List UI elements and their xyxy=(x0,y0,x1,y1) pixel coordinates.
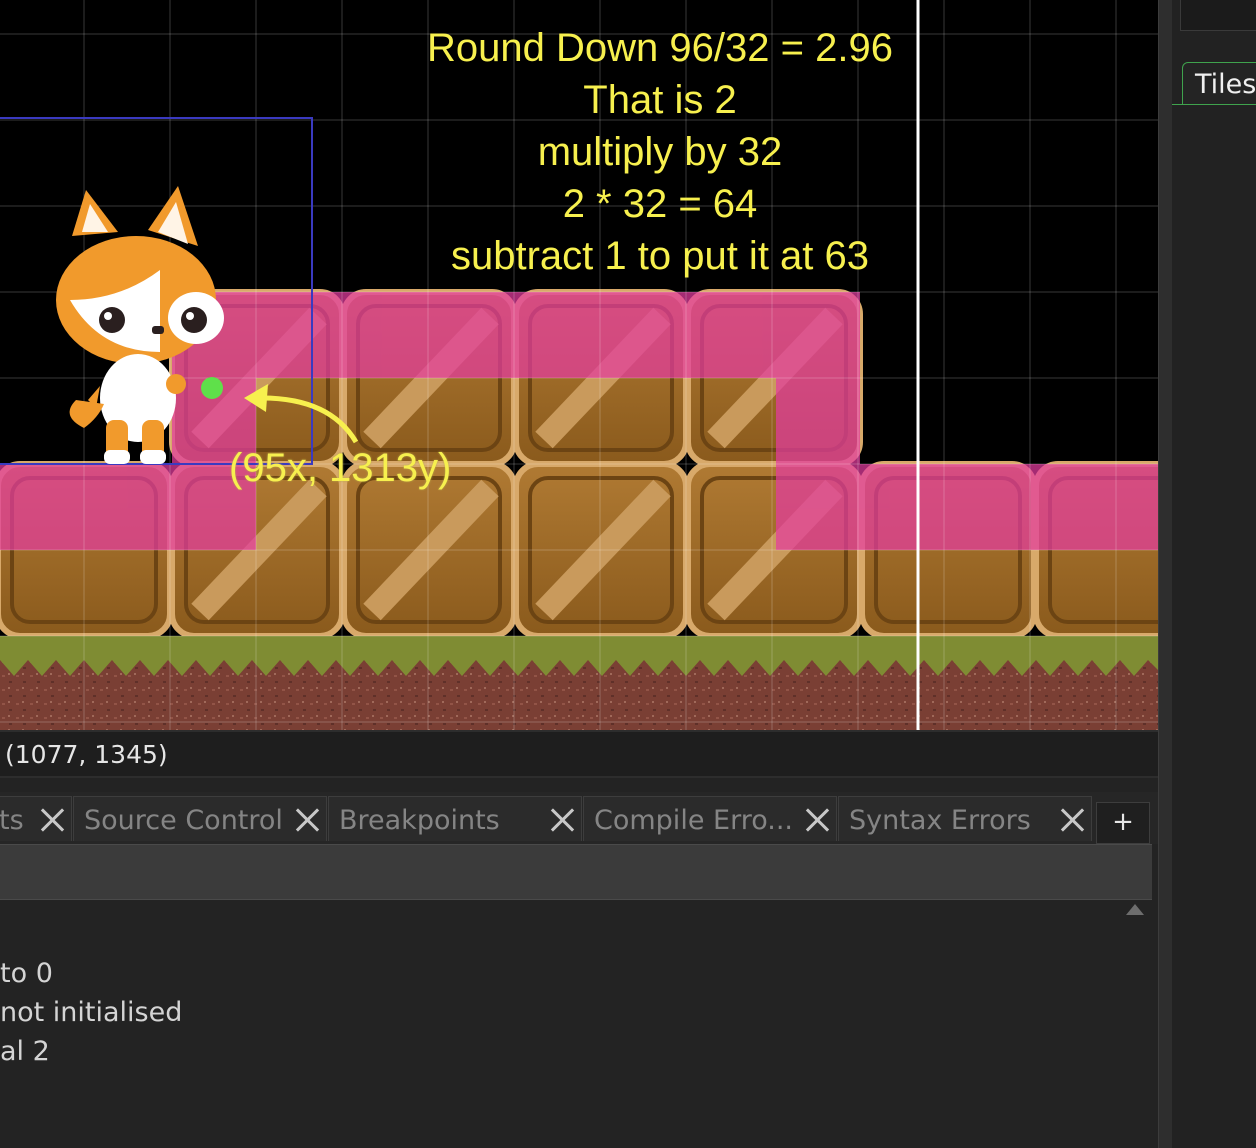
tab-label: Syntax Errors xyxy=(849,805,1031,836)
right-panel: Tiles xyxy=(1172,0,1256,1148)
tab-output[interactable]: ts xyxy=(0,796,72,841)
marker-point xyxy=(201,377,223,399)
output-console[interactable]: to 0 not initialised al 2 xyxy=(0,900,1120,1148)
tab-tiles[interactable]: Tiles xyxy=(1182,62,1256,105)
annotation-line: subtract 1 to put it at 63 xyxy=(450,234,870,278)
annotation-line: That is 2 xyxy=(583,78,737,122)
output-scrollbar[interactable] xyxy=(1120,900,1150,1148)
scroll-up-icon[interactable] xyxy=(1126,904,1144,915)
tab-label: Compile Erro... xyxy=(594,805,793,836)
tab-underline xyxy=(1172,104,1256,105)
add-tab-button[interactable]: + xyxy=(1096,802,1150,844)
tab-syntax-errors[interactable]: Syntax Errors xyxy=(838,796,1092,841)
tab-label: Tiles xyxy=(1195,69,1256,100)
tab-breakpoints[interactable]: Breakpoints xyxy=(328,796,582,841)
panel-header-box xyxy=(1180,0,1256,31)
close-icon[interactable] xyxy=(1059,807,1085,833)
output-line: not initialised xyxy=(0,997,183,1028)
output-line: al 2 xyxy=(0,1036,50,1067)
panel-splitter[interactable] xyxy=(1158,0,1173,1148)
annotation-line: 2 * 32 = 64 xyxy=(562,182,758,226)
ground-tiles xyxy=(0,636,1158,730)
annotation-line: Round Down 96/32 = 2.96 xyxy=(427,26,893,70)
close-icon[interactable] xyxy=(549,807,575,833)
tab-label: Breakpoints xyxy=(339,805,500,836)
tab-source-control[interactable]: Source Control xyxy=(73,796,327,841)
tab-label: Source Control xyxy=(84,805,283,836)
close-icon[interactable] xyxy=(804,807,830,833)
room-editor-viewport[interactable]: Round Down 96/32 = 2.96 That is 2 multip… xyxy=(0,0,1158,730)
output-line: to 0 xyxy=(0,958,53,989)
close-icon[interactable] xyxy=(294,807,320,833)
tab-label: ts xyxy=(0,805,24,836)
annotation-line: multiply by 32 xyxy=(537,130,783,174)
close-icon[interactable] xyxy=(39,807,65,833)
annotation-text: Round Down 96/32 = 2.96 That is 2 multip… xyxy=(380,22,940,282)
output-tab-bar: ts Source Control Breakpoints Compile Er… xyxy=(0,792,1158,844)
cursor-position-readout: (1077, 1345) xyxy=(5,740,168,769)
output-filter-bar[interactable] xyxy=(0,844,1152,900)
tab-compile-errors[interactable]: Compile Erro... xyxy=(583,796,837,841)
point-coordinate-label: (95x, 1313y) xyxy=(229,446,452,490)
status-bar: (1077, 1345) xyxy=(0,730,1158,778)
